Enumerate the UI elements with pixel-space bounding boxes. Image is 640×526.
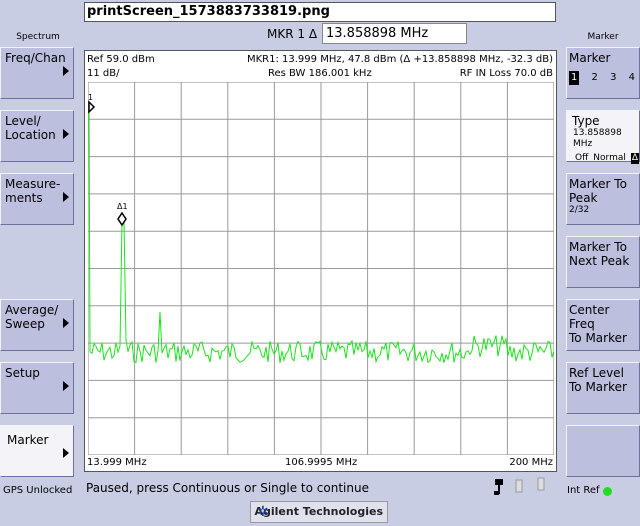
- average-sweep-label-1: Average/: [5, 303, 59, 317]
- freq-chan-label-1: Freq/Chan: [5, 51, 66, 65]
- status-bar: Paused, press Continuous or Single to co…: [84, 477, 558, 498]
- right-panel-header: Marker: [587, 32, 619, 42]
- type-option-normal[interactable]: Normal: [593, 153, 626, 164]
- setup-label-1: Setup: [5, 366, 40, 380]
- marker-to-next-peak-button[interactable]: Marker To Next Peak: [566, 236, 640, 288]
- spectrum-plot: 1 Δ1: [88, 82, 554, 455]
- left-panel-header: Spectrum: [16, 32, 60, 42]
- ref-level-label-1: Ref Level: [569, 366, 624, 380]
- marker-to-next-peak-label-2: Next Peak: [569, 254, 630, 268]
- rf-in-loss: RF IN Loss 70.0 dB: [459, 68, 553, 79]
- battery-icon: [515, 479, 523, 493]
- marker-to-peak-label-2: Peak: [569, 191, 598, 205]
- ref-level-to-marker-button[interactable]: Ref Level To Marker: [566, 362, 640, 414]
- marker-1-label: 1: [88, 93, 93, 102]
- measurements-label-2: ments: [5, 191, 43, 205]
- chevron-right-icon: [63, 66, 69, 76]
- delta-marker-label: Δ1: [117, 202, 128, 211]
- marker-option-1[interactable]: 1: [569, 71, 580, 85]
- chevron-right-icon: [63, 318, 69, 328]
- marker-readout: MKR1: 13.999 MHz, 47.8 dBm (Δ +13.858898…: [246, 54, 553, 65]
- agilent-logo: ✲ Agilent Technologies: [250, 501, 388, 523]
- marker-select-title: Marker: [569, 51, 611, 65]
- type-option-off[interactable]: Off: [575, 153, 588, 164]
- logo-text: Agilent Technologies: [254, 505, 383, 518]
- ref-level: Ref 59.0 dBm: [87, 54, 155, 65]
- marker-to-next-peak-label-1: Marker To: [569, 240, 627, 254]
- window-title: printScreen_1573883733819.png: [84, 2, 556, 22]
- battery-icon: [537, 477, 545, 491]
- center-freq-to-marker-button[interactable]: Center Freq To Marker: [566, 299, 640, 351]
- scale: 11 dB/: [87, 68, 120, 79]
- spark-icon: ✲: [257, 504, 269, 520]
- x-stop: 200 MHz: [509, 457, 553, 468]
- int-ref-indicator: [603, 487, 612, 496]
- average-sweep-button[interactable]: Average/ Sweep: [0, 299, 74, 351]
- chevron-right-icon: [63, 448, 69, 458]
- x-center: 106.9995 MHz: [285, 457, 358, 468]
- peak-count: 2/32: [569, 205, 590, 215]
- freq-chan-button[interactable]: Freq/Chan: [0, 47, 74, 99]
- chevron-right-icon: [63, 129, 69, 139]
- marker-bar: MKR 1 Δ 13.858898 MHz: [84, 22, 556, 46]
- marker-bar-label: MKR 1 Δ: [267, 27, 318, 41]
- chevron-right-icon: [63, 192, 69, 202]
- marker-to-peak-label-1: Marker To: [569, 177, 627, 191]
- type-option-delta[interactable]: Δ: [630, 153, 640, 164]
- level-location-button[interactable]: Level/ Location: [0, 110, 74, 162]
- marker-menu-label-1: Marker: [7, 433, 49, 447]
- int-ref-label: Int Ref: [567, 485, 600, 496]
- measurements-label-1: Measure-: [5, 177, 61, 191]
- marker-option-3[interactable]: 3: [610, 71, 616, 85]
- gps-status: GPS Unlocked: [3, 485, 73, 496]
- marker-type-button[interactable]: Type 13.858898 MHz Off Normal Δ: [566, 110, 640, 164]
- marker-type-title: Type: [572, 114, 600, 128]
- spectrum-graph: Ref 59.0 dBm 11 dB/ MKR1: 13.999 MHz, 47…: [84, 50, 557, 472]
- ref-level-label-2: To Marker: [569, 380, 627, 394]
- setup-button[interactable]: Setup: [0, 362, 74, 414]
- measurements-button[interactable]: Measure- ments: [0, 173, 74, 225]
- marker-option-2[interactable]: 2: [592, 71, 598, 85]
- level-location-label-1: Level/: [5, 114, 41, 128]
- marker-type-value: 13.858898 MHz: [573, 128, 622, 149]
- x-start: 13.999 MHz: [87, 457, 147, 468]
- marker-to-peak-button[interactable]: Marker To Peak 2/32: [566, 173, 640, 225]
- center-freq-label-1: Center Freq: [569, 303, 610, 331]
- res-bw: Res BW 186.001 kHz: [268, 68, 372, 79]
- marker-option-4[interactable]: 4: [629, 71, 635, 85]
- marker-menu-button[interactable]: Marker: [0, 425, 74, 477]
- marker-select-button[interactable]: Marker 1 2 3 4: [566, 47, 640, 99]
- status-message: Paused, press Continuous or Single to co…: [86, 481, 369, 495]
- level-location-label-2: Location: [5, 128, 56, 142]
- empty-softkey[interactable]: [566, 425, 640, 477]
- marker-value-field[interactable]: 13.858898 MHz: [322, 23, 467, 44]
- center-freq-label-2: To Marker: [569, 331, 627, 345]
- power-plug-icon: [494, 479, 503, 495]
- average-sweep-label-2: Sweep: [5, 317, 45, 331]
- chevron-right-icon: [63, 381, 69, 391]
